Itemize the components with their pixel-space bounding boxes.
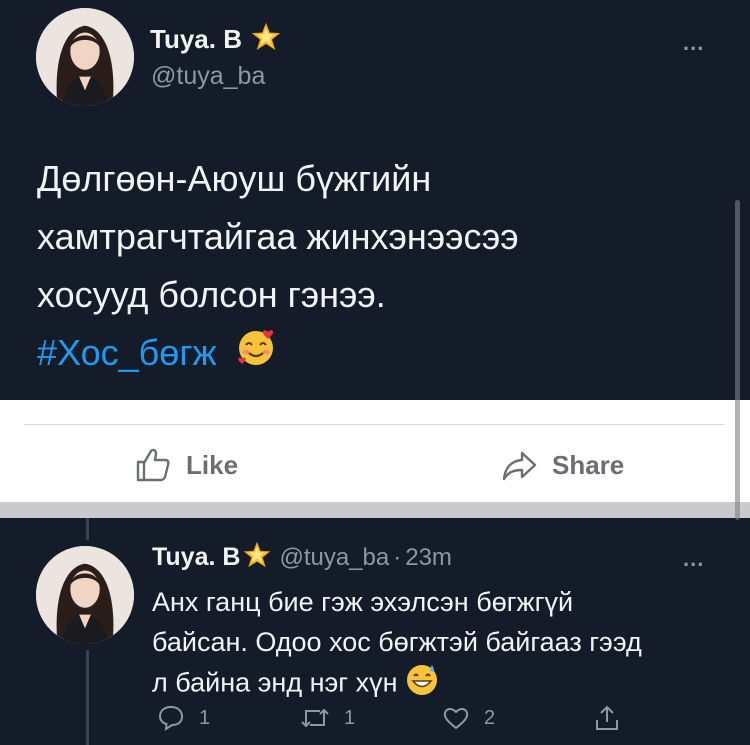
share-button[interactable]: Share — [500, 446, 624, 484]
star-badge-icon — [251, 22, 281, 59]
more-options-icon[interactable]: ... — [683, 30, 704, 56]
author-handle[interactable]: @tuya_ba — [151, 62, 265, 91]
section-separator — [0, 502, 750, 518]
scrollbar[interactable] — [735, 200, 740, 520]
reply-text-line: л байна энд нэг хүн — [152, 667, 398, 698]
share-label: Share — [552, 449, 625, 480]
reply-button[interactable]: 1 — [157, 704, 210, 732]
grinning-sweat-icon — [405, 662, 439, 707]
author-name[interactable]: Tuya. B — [152, 543, 240, 572]
share-arrow-icon — [502, 451, 537, 481]
avatar[interactable] — [36, 546, 134, 644]
star-badge-icon — [243, 541, 271, 574]
author-handle[interactable]: @tuya_ba — [279, 544, 389, 572]
tweet-hashtag-line: #Хос_бөгж — [37, 324, 687, 385]
like-button[interactable]: Like — [134, 446, 238, 484]
thumbs-up-icon — [136, 448, 170, 482]
separator-dot: · — [393, 543, 402, 571]
reply-text: Анх ганц бие гэж эхэлсэн бөгжгүй байсан.… — [152, 582, 712, 707]
timestamp[interactable]: 23m — [405, 544, 452, 572]
reply-header: Tuya. B @tuya_ba · 23m — [152, 541, 452, 574]
share-icon — [596, 705, 618, 730]
tweet-text-line: хамтрагчтайгаа жинхэнээсээ — [37, 216, 519, 257]
tweet-text-line: хосууд болсон гэнээ. — [37, 274, 386, 315]
action-bar — [0, 400, 750, 502]
like-count: 2 — [484, 706, 496, 729]
retweet-count: 1 — [344, 706, 356, 729]
hashtag-link[interactable]: #Хос_бөгж — [37, 332, 217, 373]
retweet-icon — [301, 708, 329, 728]
like-label: Like — [186, 449, 239, 480]
comment-icon — [158, 705, 184, 732]
divider — [24, 424, 725, 425]
tweet-text: Дөлгөөн-Аюуш бүжгийн хамтрагчтайгаа жинх… — [37, 150, 687, 385]
author-name-text: Tuya. B — [150, 24, 242, 54]
more-options-icon[interactable]: ... — [683, 546, 704, 572]
reply-count: 1 — [199, 706, 211, 729]
heart-icon — [443, 708, 469, 729]
like-button[interactable]: 2 — [442, 704, 495, 732]
retweet-button[interactable]: 1 — [300, 704, 355, 732]
reply-text-line: Анх ганц бие гэж эхэлсэн бөгжгүй — [152, 587, 574, 617]
author-name[interactable]: Tuya. B — [150, 22, 281, 59]
avatar[interactable] — [36, 8, 134, 106]
thread-line — [86, 518, 89, 540]
thread-line — [86, 650, 89, 745]
smiling-face-with-hearts-icon — [235, 326, 277, 385]
tweet-text-line: Дөлгөөн-Аюуш бүжгийн — [37, 158, 432, 199]
reply-text-line-with-emoji: л байна энд нэг хүн — [152, 662, 712, 707]
reply-text-line: байсан. Одоо хос бөгжтэй байгааз гээд — [152, 627, 642, 657]
share-button[interactable] — [594, 704, 634, 732]
